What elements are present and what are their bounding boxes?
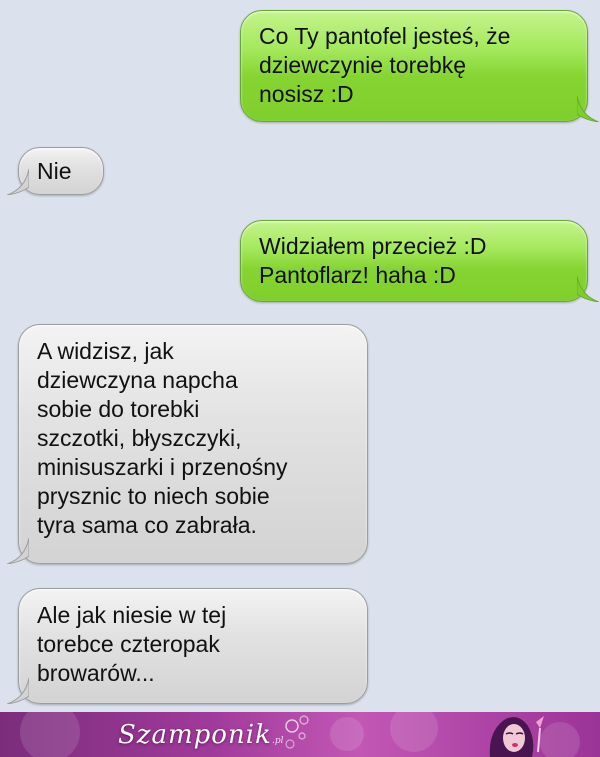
bubbles-icon <box>285 715 309 749</box>
message-bubble-received: Ale jak niesie w tej torebce czteropak b… <box>7 588 368 704</box>
bubble-tail <box>7 678 29 704</box>
bokeh-decoration <box>20 712 80 757</box>
brand-logo-suffix: .pl <box>272 736 284 746</box>
message-thread: Co Ty pantofel jesteś, że dziewczynie to… <box>0 0 600 712</box>
watermark-footer: Szamponik .pl <box>0 712 600 757</box>
message-bubble-received: Nie <box>7 147 104 195</box>
message-text: Widziałem przecież :D Pantoflarz! haha :… <box>259 233 487 288</box>
message-bubble-sent: Widziałem przecież :D Pantoflarz! haha :… <box>240 220 599 302</box>
bubble-tail <box>577 96 599 122</box>
message-text: A widzisz, jak dziewczyna napcha sobie d… <box>37 338 288 538</box>
bokeh-decoration <box>390 712 438 752</box>
woman-illustration-icon <box>489 716 544 757</box>
message-text: Ale jak niesie w tej torebce czteropak b… <box>37 602 227 686</box>
brand-logo: Szamponik <box>118 720 272 750</box>
message-bubble-sent: Co Ty pantofel jesteś, że dziewczynie to… <box>240 10 599 122</box>
bubble-tail <box>7 538 29 564</box>
bubble-tail <box>577 276 599 302</box>
message-text: Nie <box>37 158 72 184</box>
bubble-tail <box>7 169 29 195</box>
bokeh-decoration <box>330 717 364 751</box>
message-text: Co Ty pantofel jesteś, że dziewczynie to… <box>259 23 511 107</box>
message-bubble-received: A widzisz, jak dziewczyna napcha sobie d… <box>7 324 368 564</box>
